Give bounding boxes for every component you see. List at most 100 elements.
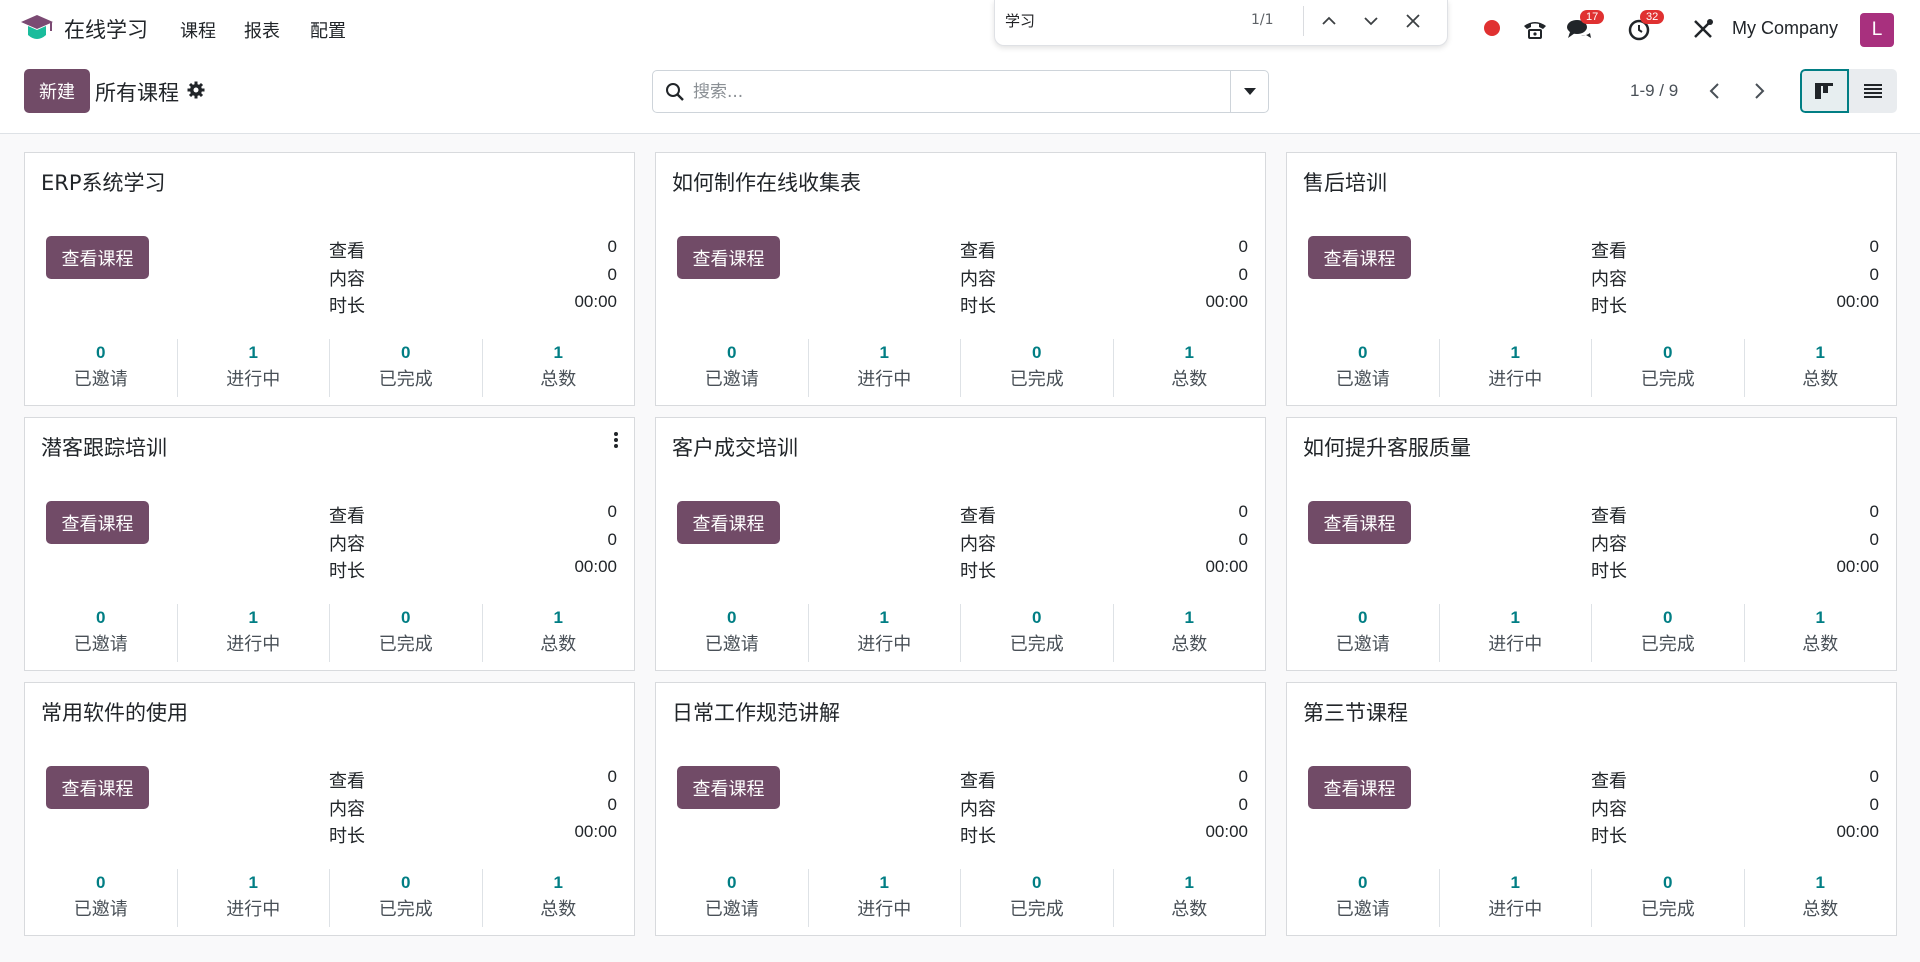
course-title[interactable]: 日常工作规范讲解 bbox=[672, 697, 840, 727]
course-card[interactable]: 如何提升客服质量 查看课程 查看 0 内容 0 时长 00:00 0 已邀请 1 进行中 … bbox=[1286, 417, 1897, 671]
course-title[interactable]: 如何提升客服质量 bbox=[1303, 432, 1471, 462]
count-total[interactable]: 1 总数 bbox=[1112, 339, 1266, 397]
course-card[interactable]: 客户成交培训 查看课程 查看 0 内容 0 时长 00:00 0 已邀请 1 进行中 0 已… bbox=[655, 417, 1266, 671]
search-options-toggle[interactable] bbox=[1230, 71, 1268, 112]
count-in-progress[interactable]: 1 进行中 bbox=[1438, 604, 1592, 662]
count-invited[interactable]: 0 已邀请 bbox=[25, 604, 177, 662]
count-completed[interactable]: 0 已完成 bbox=[1591, 604, 1744, 662]
app-name[interactable]: 在线学习 bbox=[64, 14, 148, 44]
pager-next-button[interactable] bbox=[1744, 76, 1774, 106]
count-total[interactable]: 1 总数 bbox=[1743, 869, 1897, 927]
course-card[interactable]: 第三节课程 查看课程 查看 0 内容 0 时长 00:00 0 已邀请 1 进行中 0 已完… bbox=[1286, 682, 1897, 936]
course-title[interactable]: 如何制作在线收集表 bbox=[672, 167, 861, 197]
count-completed[interactable]: 0 已完成 bbox=[960, 339, 1113, 397]
course-card[interactable]: 如何制作在线收集表 查看课程 查看 0 内容 0 时长 00:00 0 已邀请 1 进行中… bbox=[655, 152, 1266, 406]
find-input[interactable]: 学习 bbox=[1005, 10, 1035, 31]
pager-value[interactable]: 1-9 / 9 bbox=[1630, 81, 1678, 101]
find-next-button[interactable] bbox=[1355, 6, 1387, 36]
count-in-progress[interactable]: 1 进行中 bbox=[807, 869, 961, 927]
count-in-progress[interactable]: 1 进行中 bbox=[176, 604, 330, 662]
list-view-button[interactable] bbox=[1848, 69, 1897, 113]
activity-button[interactable]: 32 bbox=[1624, 10, 1665, 44]
count-completed[interactable]: 0 已完成 bbox=[960, 869, 1113, 927]
find-previous-button[interactable] bbox=[1313, 6, 1345, 36]
course-title[interactable]: 常用软件的使用 bbox=[41, 697, 188, 727]
stat-value-duration: 00:00 bbox=[1205, 292, 1248, 311]
course-card[interactable]: 常用软件的使用 查看课程 查看 0 内容 0 时长 00:00 0 已邀请 1 进行中 0… bbox=[24, 682, 635, 936]
view-course-button[interactable]: 查看课程 bbox=[1308, 236, 1411, 279]
course-title[interactable]: 潜客跟踪培训 bbox=[41, 432, 167, 462]
attendee-counts: 0 已邀请 1 进行中 0 已完成 1 总数 bbox=[656, 604, 1265, 662]
course-card[interactable]: 售后培训 查看课程 查看 0 内容 0 时长 00:00 0 已邀请 1 进行中 0 已完成… bbox=[1286, 152, 1897, 406]
count-total[interactable]: 1 总数 bbox=[1112, 604, 1266, 662]
count-completed-label: 已完成 bbox=[1640, 899, 1695, 920]
count-completed-value: 0 bbox=[1032, 608, 1042, 627]
stat-value-duration: 00:00 bbox=[1836, 822, 1879, 841]
count-in-progress[interactable]: 1 进行中 bbox=[807, 604, 961, 662]
view-course-button[interactable]: 查看课程 bbox=[677, 236, 780, 279]
count-in-progress[interactable]: 1 进行中 bbox=[1438, 339, 1592, 397]
view-course-button[interactable]: 查看课程 bbox=[46, 766, 149, 809]
course-card[interactable]: 潜客跟踪培训 查看课程 查看 0 内容 0 时长 00:00 0 已邀请 1 进行中 0 已… bbox=[24, 417, 635, 671]
course-title[interactable]: ERP系统学习 bbox=[41, 167, 166, 197]
card-menu-icon[interactable] bbox=[612, 430, 620, 450]
count-completed[interactable]: 0 已完成 bbox=[1591, 339, 1744, 397]
pager-previous-button[interactable] bbox=[1700, 76, 1730, 106]
stat-value-contents: 0 bbox=[607, 794, 617, 814]
view-course-button[interactable]: 查看课程 bbox=[1308, 501, 1411, 544]
count-total[interactable]: 1 总数 bbox=[481, 339, 635, 397]
count-in-progress[interactable]: 1 进行中 bbox=[176, 339, 330, 397]
menu-config[interactable]: 配置 bbox=[310, 17, 346, 43]
phone-button[interactable] bbox=[1520, 14, 1550, 44]
messages-button[interactable]: 17 bbox=[1564, 10, 1605, 44]
course-stats: 查看 0 内容 0 时长 00:00 bbox=[960, 767, 1248, 850]
count-total[interactable]: 1 总数 bbox=[1112, 869, 1266, 927]
kanban-view-button[interactable] bbox=[1800, 69, 1849, 113]
gear-icon[interactable] bbox=[186, 80, 206, 100]
course-title[interactable]: 第三节课程 bbox=[1303, 697, 1408, 727]
count-total[interactable]: 1 总数 bbox=[481, 604, 635, 662]
company-switcher[interactable]: My Company bbox=[1732, 18, 1838, 39]
count-completed[interactable]: 0 已完成 bbox=[329, 604, 482, 662]
view-course-button[interactable]: 查看课程 bbox=[1308, 766, 1411, 809]
view-course-button[interactable]: 查看课程 bbox=[46, 236, 149, 279]
count-in-progress[interactable]: 1 进行中 bbox=[1438, 869, 1592, 927]
count-invited[interactable]: 0 已邀请 bbox=[25, 869, 177, 927]
recording-dot-icon[interactable] bbox=[1484, 20, 1500, 36]
stat-label-views: 查看 bbox=[960, 241, 996, 262]
count-invited[interactable]: 0 已邀请 bbox=[25, 339, 177, 397]
count-total[interactable]: 1 总数 bbox=[481, 869, 635, 927]
count-invited[interactable]: 0 已邀请 bbox=[1287, 339, 1439, 397]
count-completed[interactable]: 0 已完成 bbox=[960, 604, 1113, 662]
menu-reports[interactable]: 报表 bbox=[244, 17, 280, 43]
count-in-progress-label: 进行中 bbox=[226, 899, 281, 920]
count-in-progress[interactable]: 1 进行中 bbox=[176, 869, 330, 927]
course-card[interactable]: 日常工作规范讲解 查看课程 查看 0 内容 0 时长 00:00 0 已邀请 1 进行中 … bbox=[655, 682, 1266, 936]
new-button[interactable]: 新建 bbox=[24, 69, 90, 113]
count-in-progress[interactable]: 1 进行中 bbox=[807, 339, 961, 397]
count-invited[interactable]: 0 已邀请 bbox=[656, 604, 808, 662]
stat-label-views: 查看 bbox=[329, 241, 365, 262]
count-completed[interactable]: 0 已完成 bbox=[329, 339, 482, 397]
find-close-button[interactable] bbox=[1397, 6, 1429, 36]
count-total[interactable]: 1 总数 bbox=[1743, 604, 1897, 662]
count-total[interactable]: 1 总数 bbox=[1743, 339, 1897, 397]
count-completed-label: 已完成 bbox=[1640, 634, 1695, 655]
graduation-cap-icon[interactable] bbox=[20, 13, 54, 43]
course-title[interactable]: 客户成交培训 bbox=[672, 432, 798, 462]
search-input[interactable] bbox=[693, 79, 1213, 105]
count-invited[interactable]: 0 已邀请 bbox=[656, 869, 808, 927]
count-invited[interactable]: 0 已邀请 bbox=[656, 339, 808, 397]
course-title[interactable]: 售后培训 bbox=[1303, 167, 1387, 197]
count-completed[interactable]: 0 已完成 bbox=[1591, 869, 1744, 927]
menu-courses[interactable]: 课程 bbox=[180, 17, 216, 43]
debug-tools-button[interactable] bbox=[1690, 14, 1716, 44]
count-invited[interactable]: 0 已邀请 bbox=[1287, 604, 1439, 662]
count-invited[interactable]: 0 已邀请 bbox=[1287, 869, 1439, 927]
view-course-button[interactable]: 查看课程 bbox=[677, 766, 780, 809]
user-avatar[interactable]: L bbox=[1860, 13, 1894, 47]
course-card[interactable]: ERP系统学习 查看课程 查看 0 内容 0 时长 00:00 0 已邀请 1 进行中 0… bbox=[24, 152, 635, 406]
view-course-button[interactable]: 查看课程 bbox=[46, 501, 149, 544]
view-course-button[interactable]: 查看课程 bbox=[677, 501, 780, 544]
count-completed[interactable]: 0 已完成 bbox=[329, 869, 482, 927]
